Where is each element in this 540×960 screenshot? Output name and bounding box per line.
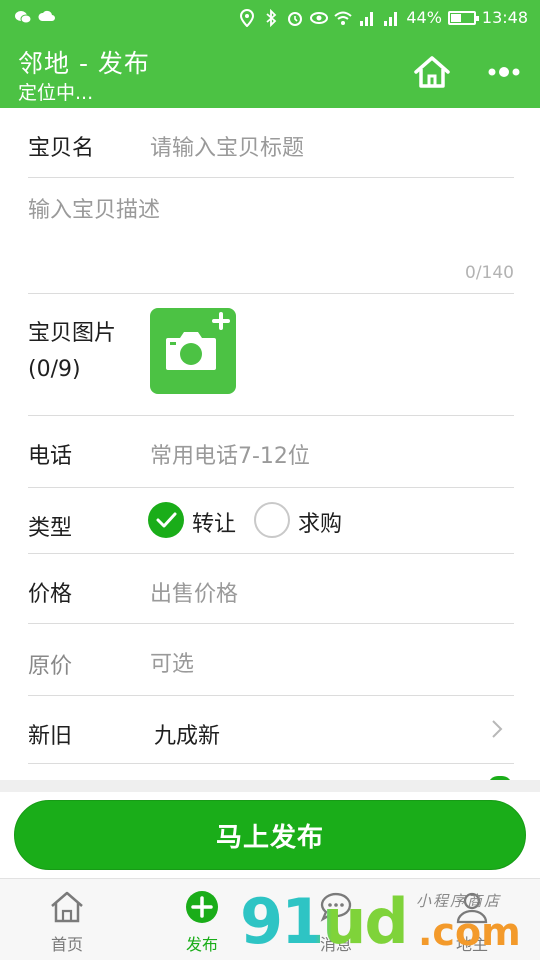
- pictures-label-text: 宝贝图片: [28, 321, 117, 346]
- status-bar: 44% 13:48: [0, 0, 540, 36]
- wechat-icon: [15, 11, 32, 24]
- home-icon: [51, 891, 83, 923]
- pictures-count: (0/9): [28, 357, 81, 382]
- location-icon: [240, 8, 255, 27]
- price-row: 价格 出售价格: [28, 554, 514, 624]
- price-input[interactable]: 出售价格: [150, 576, 238, 608]
- condition-value[interactable]: 九成新: [154, 718, 220, 750]
- wifi-icon: [334, 11, 352, 25]
- app-header: 邻地 - 发布 定位中...: [0, 36, 540, 108]
- type-label: 类型: [28, 516, 73, 541]
- radio-transfer[interactable]: [148, 502, 184, 538]
- publish-button[interactable]: 马上发布: [14, 800, 526, 870]
- phone-input[interactable]: 常用电话7-12位: [150, 438, 310, 470]
- original-price-label: 原价: [28, 654, 73, 679]
- tab-home[interactable]: 首页: [17, 879, 117, 960]
- tab-bar: 首页 发布 消息 地主: [0, 878, 540, 960]
- battery-icon: [447, 10, 479, 25]
- title-input[interactable]: 请输入宝贝标题: [150, 130, 304, 162]
- condition-row[interactable]: 新旧 九成新: [28, 696, 514, 764]
- section-divider: [0, 780, 540, 792]
- phone-row: 电话 常用电话7-12位: [28, 416, 514, 488]
- title-row: 宝贝名 请输入宝贝标题: [28, 108, 514, 178]
- battery-percent: 44%: [406, 8, 442, 27]
- tab-profile-label: 地主: [455, 935, 488, 954]
- signal-icon: [360, 11, 374, 26]
- more-icon[interactable]: [486, 64, 522, 80]
- alarm-icon: [288, 11, 303, 26]
- description-input[interactable]: 输入宝贝描述: [28, 192, 160, 224]
- type-row: 类型 转让 求购: [28, 488, 514, 554]
- tab-publish-label: 发布: [185, 935, 218, 954]
- home-icon[interactable]: [412, 54, 452, 90]
- original-price-row: 原价 可选: [28, 624, 514, 696]
- cloud-icon: [38, 10, 55, 21]
- original-price-input[interactable]: 可选: [150, 646, 194, 678]
- description-row: 输入宝贝描述 0/140: [28, 178, 514, 294]
- option-wanted-label[interactable]: 求购: [298, 506, 342, 538]
- tab-publish[interactable]: 发布: [152, 879, 252, 960]
- pictures-row: 宝贝图片 (0/9): [28, 294, 514, 416]
- location-status: 定位中...: [18, 82, 94, 104]
- char-counter: 0/140: [465, 263, 514, 283]
- camera-icon: [166, 312, 230, 370]
- tab-profile[interactable]: 地主: [422, 879, 522, 960]
- user-icon: [456, 892, 488, 924]
- radio-wanted[interactable]: [254, 502, 290, 538]
- bluetooth-icon: [266, 8, 277, 27]
- condition-label: 新旧: [28, 724, 73, 749]
- title-label: 宝贝名: [28, 136, 95, 161]
- chat-icon: [320, 892, 352, 922]
- check-icon: [156, 512, 177, 528]
- option-transfer-label[interactable]: 转让: [192, 506, 236, 538]
- pictures-label: 宝贝图片 (0/9): [28, 316, 116, 388]
- signal-icon-2: [384, 11, 398, 26]
- page-title: 邻地 - 发布: [18, 49, 150, 78]
- price-label: 价格: [28, 582, 73, 607]
- plus-circle-icon: [186, 891, 218, 923]
- add-photo-button[interactable]: [150, 308, 236, 394]
- clock: 13:48: [481, 8, 528, 27]
- chevron-right-icon: [492, 720, 503, 738]
- tab-messages[interactable]: 消息: [286, 879, 386, 960]
- eye-icon: [310, 11, 329, 24]
- tab-messages-label: 消息: [319, 935, 352, 954]
- phone-label: 电话: [28, 444, 73, 469]
- tab-home-label: 首页: [50, 935, 83, 954]
